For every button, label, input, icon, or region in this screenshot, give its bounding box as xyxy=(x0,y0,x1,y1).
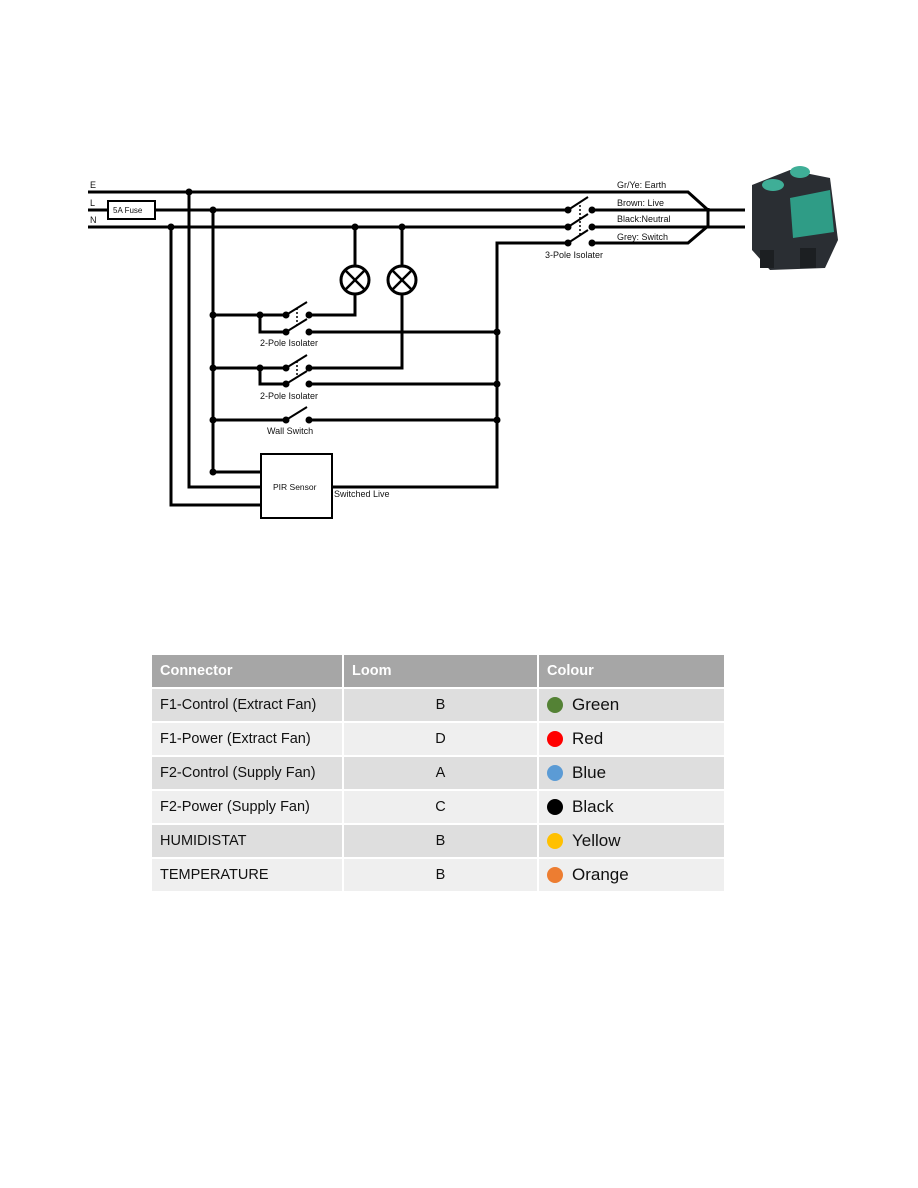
label-n: N xyxy=(90,215,97,225)
cell-colour: Black xyxy=(538,790,726,825)
neutral-drop xyxy=(169,227,261,507)
wire-label-earth: Gr/Ye: Earth xyxy=(617,180,666,190)
earth-drop xyxy=(187,192,261,489)
cell-connector: F2-Power (Supply Fan) xyxy=(152,790,344,825)
colour-name: Black xyxy=(572,797,614,816)
colour-swatch-icon xyxy=(547,731,563,747)
label-e: E xyxy=(90,180,96,190)
cell-connector: F1-Control (Extract Fan) xyxy=(152,688,344,723)
wire-label-neutral: Black:Neutral xyxy=(617,214,671,224)
colour-swatch-icon xyxy=(547,833,563,849)
cell-colour: Blue xyxy=(538,756,726,791)
grey-switch-line xyxy=(332,241,568,489)
wiring-diagram: E L N 5A Fuse Gr/Ye: Earth Brown: Live B… xyxy=(88,166,838,519)
lamp-2 xyxy=(309,223,418,370)
isolator-1-label: 2-Pole Isolater xyxy=(260,338,318,348)
wiring-table: Connector Loom Colour F1-Control (Extrac… xyxy=(152,655,726,893)
cell-colour: Red xyxy=(538,722,726,757)
cell-connector: TEMPERATURE xyxy=(152,858,344,893)
fan-unit-image xyxy=(752,166,838,270)
earth-line xyxy=(88,190,710,212)
table-row: F1-Control (Extract Fan) B Green xyxy=(152,688,726,723)
colour-name: Red xyxy=(572,729,604,748)
cell-loom: D xyxy=(343,722,539,757)
table-header: Connector Loom Colour xyxy=(152,655,726,689)
colour-name: Green xyxy=(572,695,620,714)
table-row: HUMIDISTAT B Yellow xyxy=(152,824,726,859)
header-colour: Colour xyxy=(538,655,726,689)
cell-colour: Orange xyxy=(538,858,726,893)
cell-loom: B xyxy=(343,688,539,723)
lamp-1 xyxy=(309,223,371,317)
cell-loom: B xyxy=(343,858,539,893)
colour-swatch-icon xyxy=(547,697,563,713)
cell-loom: C xyxy=(343,790,539,825)
three-pole-label: 3-Pole Isolater xyxy=(545,250,603,260)
switched-live-label: Switched Live xyxy=(334,489,390,499)
fuse-label: 5A Fuse xyxy=(113,206,143,215)
colour-swatch-icon xyxy=(547,867,563,883)
colour-name: Blue xyxy=(572,763,607,782)
table-row: F1-Power (Extract Fan) D Red xyxy=(152,722,726,757)
colour-swatch-icon xyxy=(547,765,563,781)
wall-switch xyxy=(209,406,501,424)
colour-name: Orange xyxy=(572,865,629,884)
header-loom: Loom xyxy=(343,655,539,689)
colour-name: Yellow xyxy=(572,831,621,850)
two-pole-isolator-2 xyxy=(209,354,501,388)
label-l: L xyxy=(90,198,95,208)
cell-colour: Yellow xyxy=(538,824,726,859)
wall-switch-label: Wall Switch xyxy=(267,426,313,436)
table-row: F2-Power (Supply Fan) C Black xyxy=(152,790,726,825)
cell-connector: HUMIDISTAT xyxy=(152,824,344,859)
cell-connector: F2-Control (Supply Fan) xyxy=(152,756,344,791)
pir-label: PIR Sensor xyxy=(273,482,317,492)
colour-swatch-icon xyxy=(547,799,563,815)
cell-loom: B xyxy=(343,824,539,859)
cell-colour: Green xyxy=(538,688,726,723)
header-connector: Connector xyxy=(152,655,344,689)
table-row: TEMPERATURE B Orange xyxy=(152,858,726,893)
cell-connector: F1-Power (Extract Fan) xyxy=(152,722,344,757)
table-row: F2-Control (Supply Fan) A Blue xyxy=(152,756,726,791)
cell-loom: A xyxy=(343,756,539,791)
isolator-2-label: 2-Pole Isolater xyxy=(260,391,318,401)
three-pole-isolator xyxy=(564,196,596,247)
wire-label-live: Brown: Live xyxy=(617,198,664,208)
wire-label-switch: Grey: Switch xyxy=(617,232,668,242)
live-drop xyxy=(211,210,261,474)
